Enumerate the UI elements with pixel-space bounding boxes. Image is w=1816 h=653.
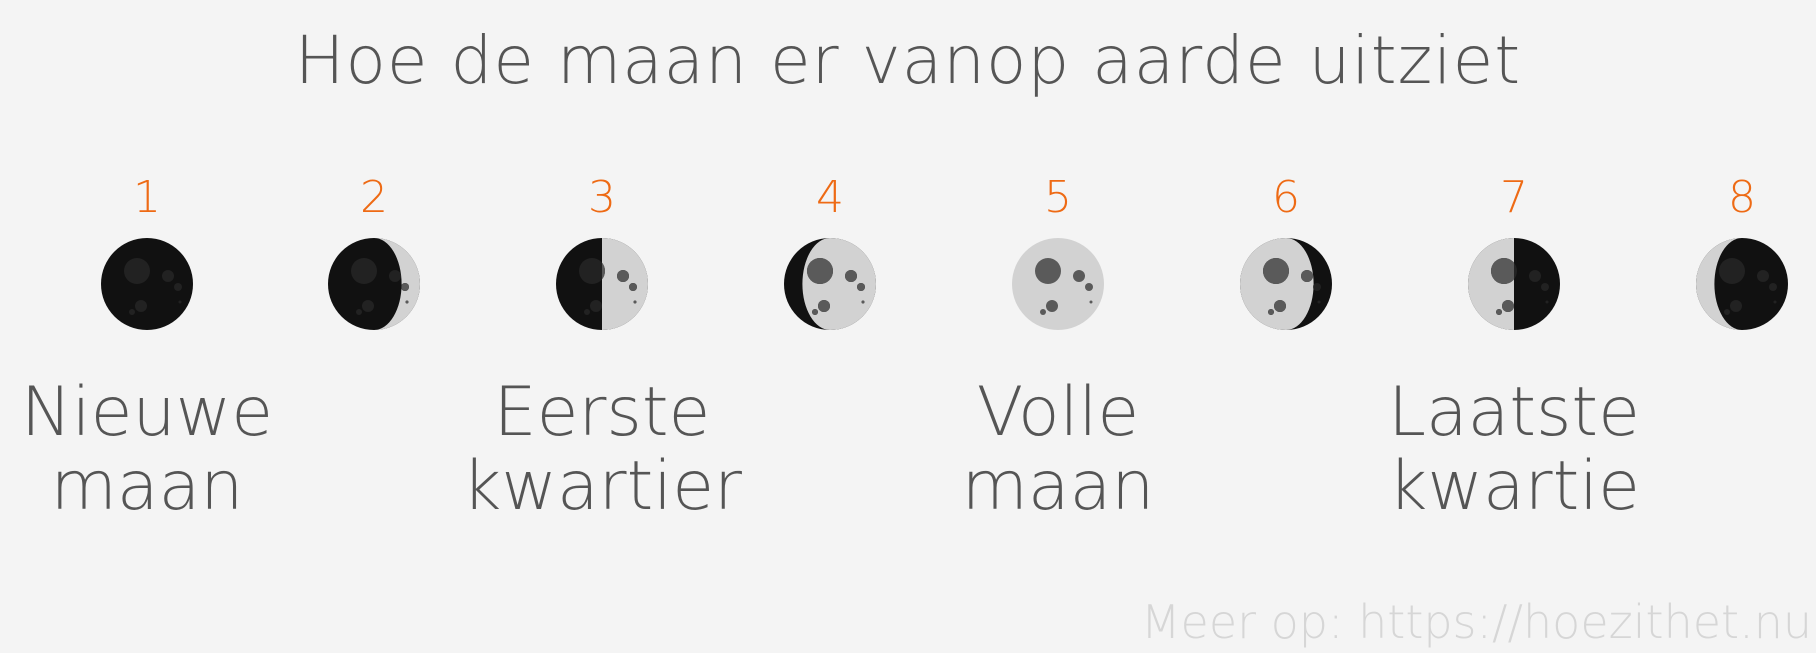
crater [1529,270,1541,282]
crater [861,300,865,304]
moon-icon [99,236,195,332]
label-first-quarter-line2: kwartier [462,447,742,526]
crater [362,300,374,312]
moon-phase-1 [101,238,193,330]
moon-phase-2 [328,238,420,330]
crater [174,283,182,291]
crater [1730,300,1742,312]
moon-phase-5 [1012,238,1104,330]
phase-number-2: 2 [360,172,388,223]
crater [389,270,401,282]
crater [1724,309,1730,315]
moon-phase-6 [1240,238,1332,330]
label-new-moon-line2: maan [50,447,244,526]
phase-number-8: 8 [1728,172,1756,223]
crater [162,270,174,282]
crater [629,283,637,291]
label-full-moon-line1: Volle [976,373,1140,452]
moon-phase-3 [556,238,648,330]
crater [1773,300,1777,304]
crater [124,258,150,284]
moon-icon [1010,236,1106,332]
moon-phases: 1 2 3 4 5 6 7 8 Nieuwe maan Eerste kwart… [0,0,1816,653]
phase-number-5: 5 [1044,172,1072,223]
moon-icon [782,236,878,332]
phase-number-6: 6 [1272,172,1300,223]
crater [579,258,605,284]
crater [1502,300,1514,312]
crater [178,300,182,304]
crater [818,300,830,312]
crater [1040,309,1046,315]
phase-number-3: 3 [588,172,616,223]
crater [401,283,409,291]
crater [1491,258,1514,284]
label-full-moon: Volle maan [898,376,1218,524]
moon-icon [326,236,422,332]
crater [1263,258,1289,284]
moon-icon [1694,236,1790,332]
label-last-quarter-line1: Laatste [1388,373,1640,452]
crater [1496,309,1502,315]
crater [1317,300,1321,304]
crater [857,283,865,291]
moon-phase-8 [1696,238,1788,330]
crater [1313,283,1321,291]
crater [135,300,147,312]
label-new-moon-line1: Nieuwe [20,373,274,452]
crater [1085,283,1093,291]
crater [1035,258,1061,284]
crater [1719,258,1745,284]
crater [129,309,135,315]
crater [356,309,362,315]
crater [1274,300,1286,312]
phase-number-7: 7 [1500,172,1528,223]
moon-icon [1238,236,1334,332]
label-first-quarter: Eerste kwartier [442,376,762,524]
crater [1046,300,1058,312]
label-first-quarter-line1: Eerste [493,373,711,452]
crater [351,258,377,284]
label-full-moon-line2: maan [961,447,1155,526]
moon-phase-7 [1468,238,1560,330]
crater [1757,270,1769,282]
crater [1301,270,1313,282]
moon-icon [1466,236,1562,332]
crater [633,300,637,304]
label-new-moon: Nieuwe maan [0,376,307,524]
crater [590,300,602,312]
phase-number-1: 1 [133,172,161,223]
moon-lit-area [1468,238,1514,330]
moon-lit-area [802,238,876,330]
moon-lit-area [602,238,648,330]
phase-number-4: 4 [816,172,844,223]
crater [1541,283,1549,291]
crater [584,309,590,315]
crater [617,270,629,282]
moon-lit-area [1240,238,1314,330]
crater [807,258,833,284]
crater [1089,300,1093,304]
crater [1073,270,1085,282]
footer-link-text: Meer op: https://hoezithet.nu [1140,595,1812,649]
crater [1268,309,1274,315]
moon-phase-4 [784,238,876,330]
crater [845,270,857,282]
label-last-quarter: Laatste kwartie [1354,376,1674,524]
crater [1769,283,1777,291]
crater [1545,300,1549,304]
label-last-quarter-line2: kwartie [1387,447,1640,526]
crater [812,309,818,315]
moon-icon [554,236,650,332]
crater [405,300,409,304]
